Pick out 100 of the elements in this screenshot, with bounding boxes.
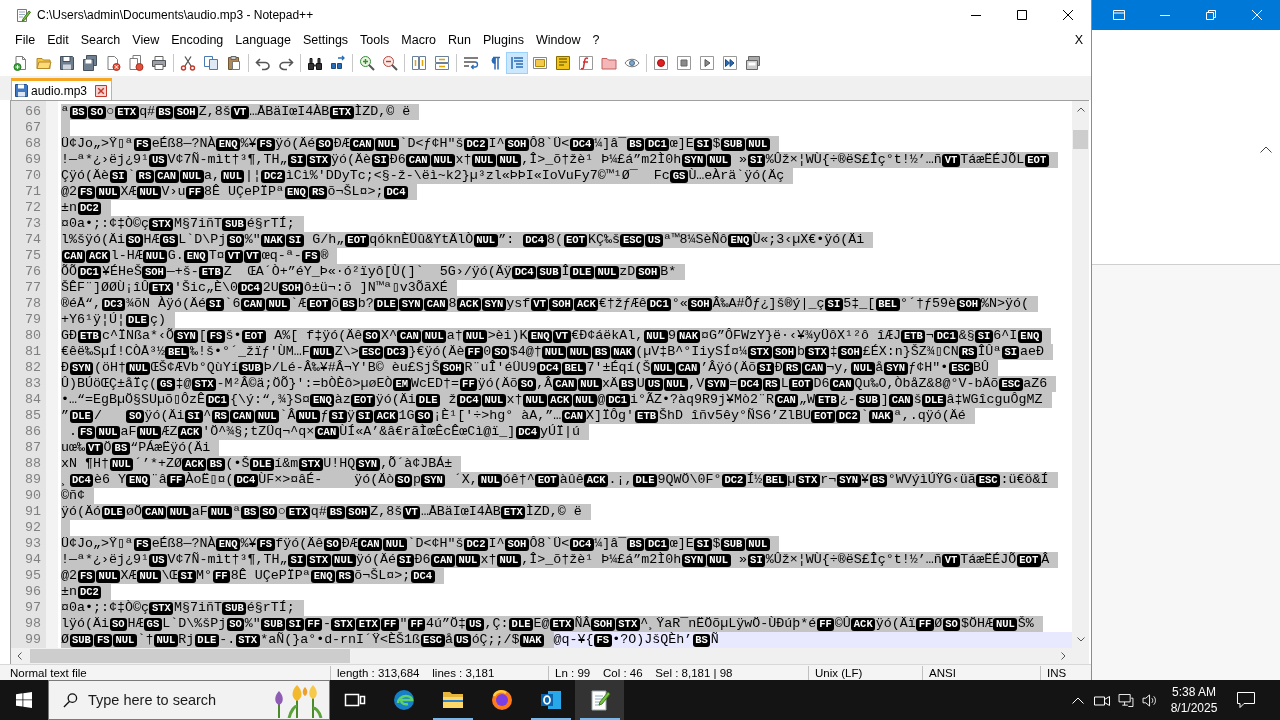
code-text: ¬Y'B© èu£SjŠ xyxy=(343,360,440,376)
code-text: ,Â xyxy=(536,376,553,392)
code-text: €Ð¢áëkAl, xyxy=(571,328,644,344)
code-text: GÐ xyxy=(61,328,77,344)
code-text: \Œ xyxy=(161,568,178,584)
volume-icon xyxy=(1142,693,1158,707)
control-code-badge: ACK xyxy=(86,249,111,263)
control-code-badge: SYN xyxy=(174,329,199,343)
control-code-badge: SYN xyxy=(704,377,729,391)
control-code-badge: DC4 xyxy=(69,473,94,487)
code-text: $4@† xyxy=(509,344,542,360)
control-code-badge: SUB xyxy=(856,393,881,407)
code-text: `Â xyxy=(279,408,296,424)
code-text: 8( xyxy=(547,232,564,248)
menu-item[interactable]: View xyxy=(126,31,166,49)
code-text: q# xyxy=(139,104,156,120)
menu-item[interactable]: Encoding xyxy=(165,31,230,49)
control-code-badge: CAN xyxy=(424,297,449,311)
new-file-icon xyxy=(13,55,29,71)
close-icon xyxy=(1063,10,1073,20)
code-text: °« xyxy=(671,296,688,312)
menu-item[interactable]: Language xyxy=(229,31,297,49)
menu-item[interactable]: Edit xyxy=(41,31,75,49)
clock-button[interactable]: 5:38 AM 8/1/2025 xyxy=(1164,680,1224,720)
control-code-badge: SYN xyxy=(481,297,506,311)
code-text: ,Õ´à¢JBÁ± xyxy=(380,456,453,472)
menu-item[interactable]: Settings xyxy=(296,31,355,49)
chevron-up-icon[interactable] xyxy=(1260,146,1272,153)
control-code-badge: CAN xyxy=(675,361,700,375)
windows-logo-icon xyxy=(16,692,32,708)
menu-item[interactable]: Window xyxy=(529,31,587,49)
code-text: õ xyxy=(331,296,340,312)
document-tab[interactable]: audio.mp3 xyxy=(11,78,113,100)
control-code-badge: BS xyxy=(692,633,711,647)
control-code-badge: ENQ xyxy=(311,569,336,583)
code-text: r¬ xyxy=(820,472,837,488)
code-text: ¿- xyxy=(839,392,856,408)
code-text: „W xyxy=(798,392,815,408)
line-number: 76 xyxy=(24,264,42,280)
search-icon xyxy=(63,692,78,708)
control-code-badge: EOT xyxy=(1024,153,1049,167)
control-code-badge: BS xyxy=(626,137,645,151)
code-text: qóknÈÜû&YtÄlÒ xyxy=(369,232,474,248)
line-number: 70 xyxy=(24,168,42,184)
menu-item[interactable]: Run xyxy=(442,31,477,49)
control-code-badge: NUL xyxy=(542,345,567,359)
control-code-badge: VT xyxy=(231,105,249,119)
menu-item[interactable]: ? xyxy=(586,31,606,49)
code-text: eÉß8—?NÀ xyxy=(151,136,216,152)
code-text: ‰!š•°´_žïƒ'ÙM…F xyxy=(189,344,310,360)
control-code-badge: SYN xyxy=(399,297,424,311)
control-code-badge: ENQ xyxy=(528,329,553,343)
scrollbar-thumb[interactable] xyxy=(1073,130,1088,149)
search-bar[interactable]: Type here to search xyxy=(48,680,330,720)
control-code-badge: GS xyxy=(144,617,162,631)
taskbar-app-button[interactable] xyxy=(575,680,624,720)
minimize-icon xyxy=(1160,14,1170,16)
code-text: ±n xyxy=(61,584,77,600)
control-code-badge: ETB xyxy=(77,329,102,343)
menu-item[interactable]: Tools xyxy=(354,31,396,49)
control-code-badge: NUL xyxy=(473,233,498,247)
code-text: (•Š xyxy=(225,456,250,472)
control-code-badge: SI xyxy=(177,569,196,583)
code-text: €êë‰SµÍ!CÒÅ³½ xyxy=(61,344,165,360)
control-code-badge: DC2 xyxy=(77,585,102,599)
scrollbar-thumb[interactable] xyxy=(30,649,350,663)
code-text: [ xyxy=(198,328,207,344)
line-number: 69 xyxy=(24,152,42,168)
menu-item[interactable]: Search xyxy=(74,31,127,49)
control-code-badge: DC2 xyxy=(464,537,488,551)
code-text: i°ÃZ•?àq9R9j¥Mò2¨R xyxy=(630,392,774,408)
control-code-badge: SI xyxy=(694,537,712,551)
control-code-badge: SOH xyxy=(772,345,797,359)
control-code-badge: FS xyxy=(257,537,275,551)
code-text: . xyxy=(68,424,77,440)
close-icon[interactable] xyxy=(95,84,108,97)
code-text: aeÐ xyxy=(1020,344,1044,360)
control-code-badge: SUB xyxy=(720,137,745,151)
code-text: Rj xyxy=(178,632,195,648)
menu-item[interactable]: Macro xyxy=(395,31,443,49)
line-number: 68 xyxy=(24,136,42,152)
code-text: •…“=EgBµÖ§SUµõ▯ÔzÊ xyxy=(61,392,205,408)
control-code-badge: DC4 xyxy=(233,473,258,487)
code-text: V¢7Ñ-mìt†³¶,TH„ xyxy=(167,552,288,568)
control-code-badge: ETX xyxy=(356,617,381,631)
close-document-button[interactable]: X xyxy=(1072,31,1085,49)
control-code-badge: SO xyxy=(518,377,536,391)
code-text: ÙÍ«A’&â xyxy=(339,424,396,440)
indent-lines-button[interactable] xyxy=(506,52,528,74)
control-code-badge: ETX xyxy=(114,105,139,119)
menu-item[interactable]: File xyxy=(9,31,42,49)
notification-icon xyxy=(1237,692,1255,708)
search-field[interactable]: Type here to search xyxy=(88,692,267,708)
code-text: Ð xyxy=(774,360,783,376)
code-text: š xyxy=(913,392,922,408)
control-code-badge: SO xyxy=(942,617,961,631)
chevron-down-icon xyxy=(1076,637,1085,642)
menu-item[interactable]: Plugins xyxy=(476,31,530,49)
document-map-icon xyxy=(555,55,571,71)
code-text: X]ÏÔg' xyxy=(586,408,635,424)
